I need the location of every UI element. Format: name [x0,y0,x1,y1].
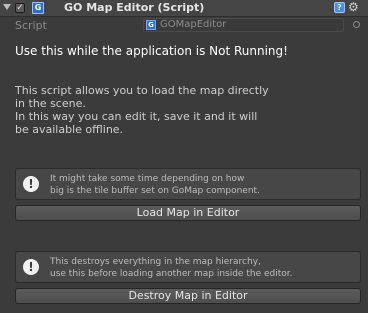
component-header[interactable]: ✓ G GO Map Editor (Script) ? ⚙ [0,0,368,17]
help-line: big is the tile buffer set on GoMap comp… [50,186,260,196]
component-title: GO Map Editor (Script) [64,1,205,14]
script-icon: G [32,2,44,14]
object-picker-icon[interactable] [353,21,360,28]
description-line: in the scene. [15,97,86,110]
destroy-helpbox: ! This destroys everything in the map hi… [15,251,361,283]
warning-icon: ! [23,259,39,275]
load-map-button[interactable]: Load Map in Editor [15,205,361,221]
description-line: In this way you can edit it, save it and… [15,110,258,123]
destroy-help-text: This destroys everything in the map hier… [50,256,292,280]
component-enabled-checkbox[interactable]: ✓ [15,3,25,13]
gear-icon[interactable]: ⚙ [348,0,359,14]
help-icon[interactable]: ? [334,2,345,13]
foldout-arrow-icon[interactable] [3,4,11,10]
description-line: be available offline. [15,123,124,136]
script-label: Script [15,19,47,32]
destroy-map-button[interactable]: Destroy Map in Editor [15,288,361,304]
description-text: This script allows you to load the map d… [15,84,269,136]
help-line: This destroys everything in the map hier… [50,257,261,267]
script-file-icon: G [146,20,156,30]
script-field-value: GOMapEditor [160,19,227,30]
load-help-text: It might take some time depending on how… [50,173,260,197]
script-field-row: Script G GOMapEditor [0,16,368,34]
description-line: This script allows you to load the map d… [15,84,269,97]
help-line: use this before loading another map insi… [50,269,293,279]
not-running-notice: Use this while the application is Not Ru… [15,44,288,58]
help-line: It might take some time depending on how [50,174,245,184]
warning-icon: ! [23,176,39,192]
load-helpbox: ! It might take some time depending on h… [15,168,361,200]
script-object-field[interactable]: G GOMapEditor [143,18,344,32]
